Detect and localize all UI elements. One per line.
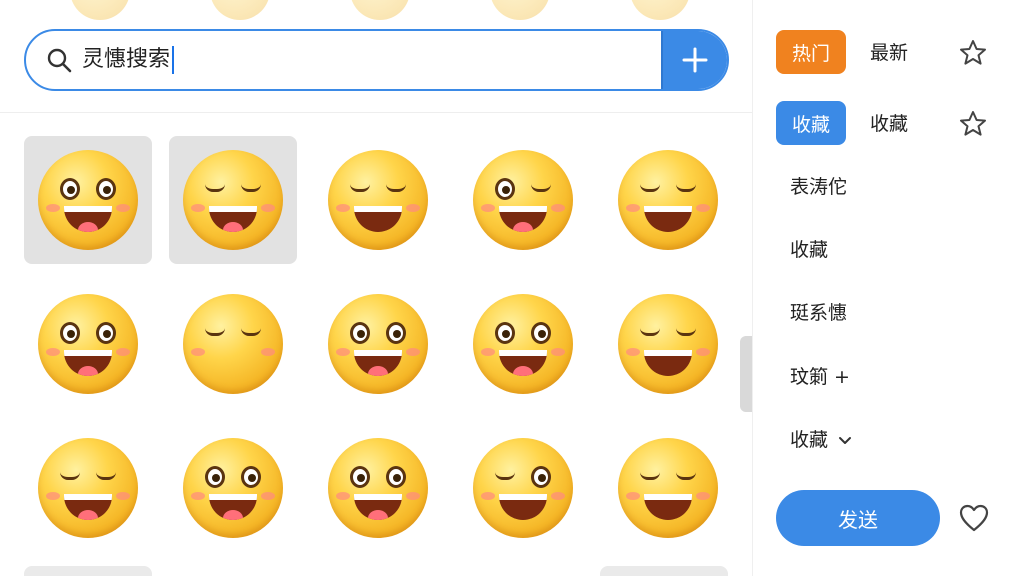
- favorites-label[interactable]: 收藏: [870, 111, 908, 137]
- scroll-handle[interactable]: [740, 336, 752, 412]
- emoji-peek: [490, 0, 550, 20]
- sticker-item[interactable]: [314, 136, 442, 264]
- chevron-down-icon: [839, 436, 852, 444]
- emoji-face: [618, 294, 718, 394]
- emoji-face: [618, 150, 718, 250]
- tab-favorites[interactable]: 收藏: [776, 101, 846, 145]
- search-value: 灵憓搜索: [82, 47, 171, 72]
- sticker-item[interactable]: [169, 280, 297, 408]
- category-dropdown-label: 收藏: [790, 429, 829, 451]
- category-item[interactable]: 珽系憓: [790, 300, 847, 326]
- sticker-item[interactable]: [604, 280, 732, 408]
- emoji-face: [473, 150, 573, 250]
- sticker-item[interactable]: [604, 136, 732, 264]
- category-item[interactable]: 玟箣 +: [790, 364, 850, 390]
- sticker-item-peek[interactable]: [600, 566, 728, 576]
- emoji-peek: [350, 0, 410, 20]
- emoji-face: [38, 294, 138, 394]
- sticker-item[interactable]: [314, 280, 442, 408]
- emoji-face: [38, 438, 138, 538]
- emoji-face: [618, 438, 718, 538]
- sticker-item[interactable]: [459, 280, 587, 408]
- emoji-face: [473, 438, 573, 538]
- emoji-face: [473, 294, 573, 394]
- sticker-item[interactable]: [169, 136, 297, 264]
- sticker-item[interactable]: [169, 424, 297, 552]
- sticker-item[interactable]: [24, 424, 152, 552]
- add-button[interactable]: [661, 31, 727, 89]
- sticker-item[interactable]: [24, 280, 152, 408]
- star-icon[interactable]: [958, 109, 988, 139]
- sticker-item[interactable]: [24, 136, 152, 264]
- emoji-face: [328, 438, 428, 538]
- star-icon[interactable]: [958, 38, 988, 68]
- sticker-item[interactable]: [604, 424, 732, 552]
- emoji-peek: [210, 0, 270, 20]
- send-button[interactable]: 发送: [776, 490, 940, 546]
- tab-favorites-label: 收藏: [791, 113, 830, 136]
- search-input[interactable]: 灵憓搜索: [82, 45, 175, 75]
- tab-latest[interactable]: 最新: [870, 40, 908, 66]
- emoji-face: [183, 438, 283, 538]
- tab-hot-label: 热门: [791, 42, 830, 65]
- emoji-face: [183, 150, 283, 250]
- sticker-item[interactable]: [459, 136, 587, 264]
- sticker-item[interactable]: [314, 424, 442, 552]
- search-bar[interactable]: 灵憓搜索: [24, 29, 729, 91]
- tab-hot[interactable]: 热门: [776, 30, 846, 74]
- heart-icon[interactable]: [958, 503, 990, 533]
- sticker-item-peek[interactable]: [24, 566, 152, 576]
- emoji-peek: [70, 0, 130, 20]
- sticker-item[interactable]: [459, 424, 587, 552]
- category-dropdown[interactable]: 收藏: [790, 427, 852, 453]
- sticker-picker-window: 灵憓搜索 热门 最新 收藏 收藏 表涛佗 收藏 珽系憓 玟箣 + 收藏 发送: [0, 0, 1024, 576]
- emoji-face: [38, 150, 138, 250]
- emoji-face: [328, 294, 428, 394]
- send-button-label: 发送: [838, 507, 878, 532]
- top-bar: 灵憓搜索: [0, 0, 752, 113]
- emoji-face: [183, 294, 283, 394]
- plus-icon: [682, 47, 708, 73]
- category-item[interactable]: 收藏: [790, 237, 828, 263]
- search-icon: [47, 48, 72, 73]
- text-caret: [172, 46, 175, 74]
- category-item[interactable]: 表涛佗: [790, 174, 847, 200]
- emoji-face: [328, 150, 428, 250]
- emoji-peek: [630, 0, 690, 20]
